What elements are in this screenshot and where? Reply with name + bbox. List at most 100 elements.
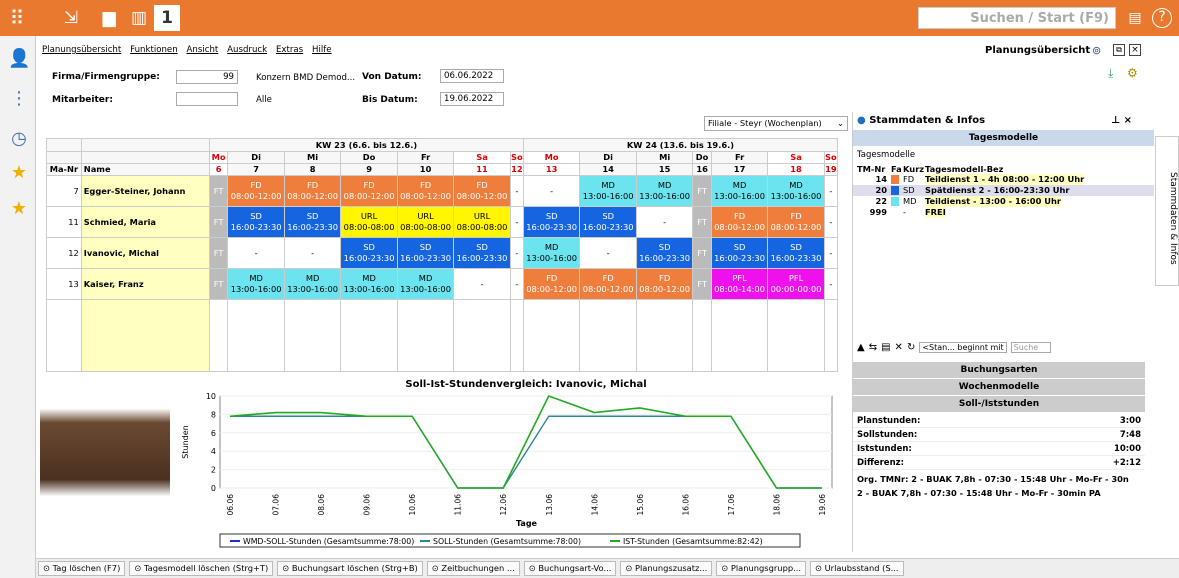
shift-cell[interactable]: PFL 08:00-14:00 bbox=[710, 268, 769, 300]
menu-hilfe[interactable]: Hilfe bbox=[312, 45, 332, 55]
employee-nr[interactable]: 12 bbox=[46, 237, 82, 269]
models-col-header[interactable]: Kurz bbox=[903, 164, 925, 174]
export-icon[interactable]: ⤓ bbox=[1108, 66, 1113, 81]
shift-cell[interactable]: SD 16:00-23:30 bbox=[453, 237, 511, 269]
shift-cell[interactable]: FT bbox=[208, 268, 229, 300]
link-icon[interactable]: ⇆ bbox=[869, 342, 877, 353]
shift-cell[interactable]: FD 08:00-12:00 bbox=[579, 268, 637, 300]
desktop-icon[interactable]: ▆ bbox=[96, 5, 122, 31]
firma-input[interactable]: 99 bbox=[176, 70, 238, 84]
folder-icon[interactable]: ▤ bbox=[881, 342, 890, 353]
shift-cell[interactable]: - bbox=[823, 268, 839, 300]
col-nr-header[interactable]: Ma-Nr bbox=[46, 163, 82, 176]
section-sollist[interactable]: Soll-/Iststunden bbox=[853, 396, 1145, 412]
shift-cell[interactable]: FD 08:00-12:00 bbox=[340, 175, 398, 207]
shift-cell[interactable]: FD 08:00-12:00 bbox=[396, 175, 455, 207]
employee-name[interactable]: Egger-Steiner, Johann bbox=[80, 175, 210, 207]
bottom-button[interactable]: ⊙ Urlaubsstand (S... bbox=[810, 561, 904, 576]
shift-cell[interactable]: FD 08:00-12:00 bbox=[635, 268, 694, 300]
shift-cell[interactable]: FD 08:00-12:00 bbox=[283, 175, 342, 207]
shift-cell[interactable]: FT bbox=[208, 175, 229, 207]
exit-icon[interactable]: ⇲ bbox=[58, 5, 84, 31]
shift-cell[interactable]: SD 16:00-23:30 bbox=[710, 237, 769, 269]
shift-cell[interactable]: SD 16:00-23:30 bbox=[579, 206, 637, 238]
shift-cell[interactable]: SD 16:00-23:30 bbox=[522, 206, 581, 238]
shift-cell[interactable]: FT bbox=[208, 206, 229, 238]
layout-icon[interactable]: ▤ bbox=[1122, 5, 1148, 31]
shift-cell[interactable]: - bbox=[823, 175, 839, 207]
shift-cell[interactable]: FT bbox=[692, 237, 712, 269]
shift-cell[interactable]: FD 08:00-12:00 bbox=[522, 268, 581, 300]
bottom-button[interactable]: ⊙ Planungsgrupp... bbox=[716, 561, 807, 576]
shift-cell[interactable]: SD 16:00-23:30 bbox=[396, 237, 455, 269]
shift-cell[interactable]: FT bbox=[208, 237, 229, 269]
shift-cell[interactable]: FT bbox=[692, 206, 712, 238]
models-col-header[interactable]: TM-Nr bbox=[857, 164, 891, 174]
search-input[interactable]: Suchen / Start (F9) bbox=[918, 7, 1116, 29]
employee-name[interactable]: Schmied, Maria bbox=[80, 206, 210, 238]
shift-cell[interactable]: FD 08:00-12:00 bbox=[767, 206, 825, 238]
section-wochenmodelle[interactable]: Wochenmodelle bbox=[853, 379, 1145, 395]
refresh-icon[interactable]: ↻ bbox=[907, 342, 915, 353]
model-search-input[interactable]: Suche bbox=[1010, 341, 1051, 353]
calendar-day-icon[interactable]: 1 bbox=[154, 5, 180, 31]
col-name-header[interactable]: Name bbox=[80, 163, 210, 176]
apps-grid-icon[interactable]: ⠿ bbox=[4, 5, 30, 31]
star-add-icon[interactable]: ★ bbox=[8, 198, 30, 220]
menu-extras[interactable]: Extras bbox=[276, 45, 303, 55]
menu-planungsuebersicht[interactable]: Planungsübersicht bbox=[42, 45, 121, 55]
shift-cell[interactable]: - bbox=[823, 206, 839, 238]
bottom-button[interactable]: ⊙ Buchungsart löschen (Strg+B) bbox=[277, 561, 423, 576]
employee-name[interactable]: Ivanovic, Michal bbox=[80, 237, 210, 269]
model-row[interactable]: 999 - FREI bbox=[853, 207, 1154, 218]
menu-funktionen[interactable]: Funktionen bbox=[130, 45, 178, 55]
shift-cell[interactable]: SD 16:00-23:30 bbox=[767, 237, 825, 269]
shift-cell[interactable]: FD 08:00-12:00 bbox=[227, 175, 285, 207]
shift-cell[interactable]: PFL 00:00-00:00 bbox=[767, 268, 825, 300]
shift-cell[interactable]: MD 13:00-16:00 bbox=[767, 175, 825, 207]
bottom-button[interactable]: ⊙ Buchungsart-Vo... bbox=[523, 561, 617, 576]
employee-nr[interactable]: 11 bbox=[46, 206, 82, 238]
bis-date-input[interactable]: 19.06.2022 bbox=[440, 92, 504, 106]
up-icon[interactable]: ▲ bbox=[857, 342, 865, 353]
employee-nr[interactable]: 13 bbox=[46, 268, 82, 300]
shift-cell[interactable]: MD 13:00-16:00 bbox=[283, 268, 342, 300]
menu-ansicht[interactable]: Ansicht bbox=[187, 45, 219, 55]
delete-icon[interactable]: ✕ bbox=[895, 342, 903, 353]
shift-cell[interactable]: - bbox=[579, 237, 637, 269]
users-icon[interactable]: 👤 bbox=[8, 48, 30, 70]
shift-cell[interactable]: - bbox=[283, 237, 342, 269]
employee-nr[interactable]: 7 bbox=[46, 175, 82, 207]
hierarchy-icon[interactable]: ⋮ bbox=[8, 88, 30, 110]
von-date-input[interactable]: 06.06.2022 bbox=[440, 69, 504, 83]
shift-cell[interactable]: URL 08:00-08:00 bbox=[396, 206, 455, 238]
shift-cell[interactable]: SD 16:00-23:30 bbox=[340, 237, 398, 269]
bottom-button[interactable]: ⊙ Tagesmodell löschen (Strg+T) bbox=[129, 561, 274, 576]
shift-cell[interactable]: MD 13:00-16:00 bbox=[227, 268, 285, 300]
shift-cell[interactable]: - bbox=[635, 206, 694, 238]
shift-cell[interactable]: - bbox=[509, 268, 524, 300]
search-mode-select[interactable]: <Stan... beginnt mit bbox=[919, 341, 1007, 353]
pin-icon[interactable]: ⊥ × bbox=[1111, 115, 1132, 126]
tagesmodelle-tab[interactable]: Tagesmodelle bbox=[853, 130, 1154, 146]
help-icon[interactable]: ? bbox=[1152, 8, 1172, 28]
stammdaten-vertical-tab[interactable]: Stammdaten & Infos bbox=[1155, 136, 1179, 286]
shift-cell[interactable]: MD 13:00-16:00 bbox=[522, 237, 581, 269]
info-icon[interactable]: ⊚ bbox=[1092, 44, 1101, 57]
shift-cell[interactable]: - bbox=[227, 237, 285, 269]
restore-icon[interactable]: ⧉ bbox=[1113, 44, 1125, 56]
columns-icon[interactable]: ▥ bbox=[126, 5, 152, 31]
model-row[interactable]: 20 SD Spätdienst 2 - 16:00-23:30 Uhr bbox=[853, 185, 1154, 196]
shift-cell[interactable]: MD 13:00-16:00 bbox=[710, 175, 769, 207]
models-col-header[interactable]: Fa bbox=[891, 164, 903, 174]
clock-icon[interactable]: ◷ bbox=[8, 128, 30, 150]
mitarbeiter-input[interactable] bbox=[176, 92, 238, 106]
shift-cell[interactable]: URL 08:00-08:00 bbox=[340, 206, 398, 238]
shift-cell[interactable]: FT bbox=[692, 268, 712, 300]
filiale-select[interactable]: Filiale - Steyr (Wochenplan) ⌄ bbox=[704, 116, 848, 131]
shift-cell[interactable]: - bbox=[509, 237, 524, 269]
close-icon[interactable]: × bbox=[1129, 44, 1141, 56]
shift-cell[interactable]: SD 16:00-23:30 bbox=[283, 206, 342, 238]
shift-cell[interactable]: SD 16:00-23:30 bbox=[227, 206, 285, 238]
shift-cell[interactable]: MD 13:00-16:00 bbox=[396, 268, 455, 300]
